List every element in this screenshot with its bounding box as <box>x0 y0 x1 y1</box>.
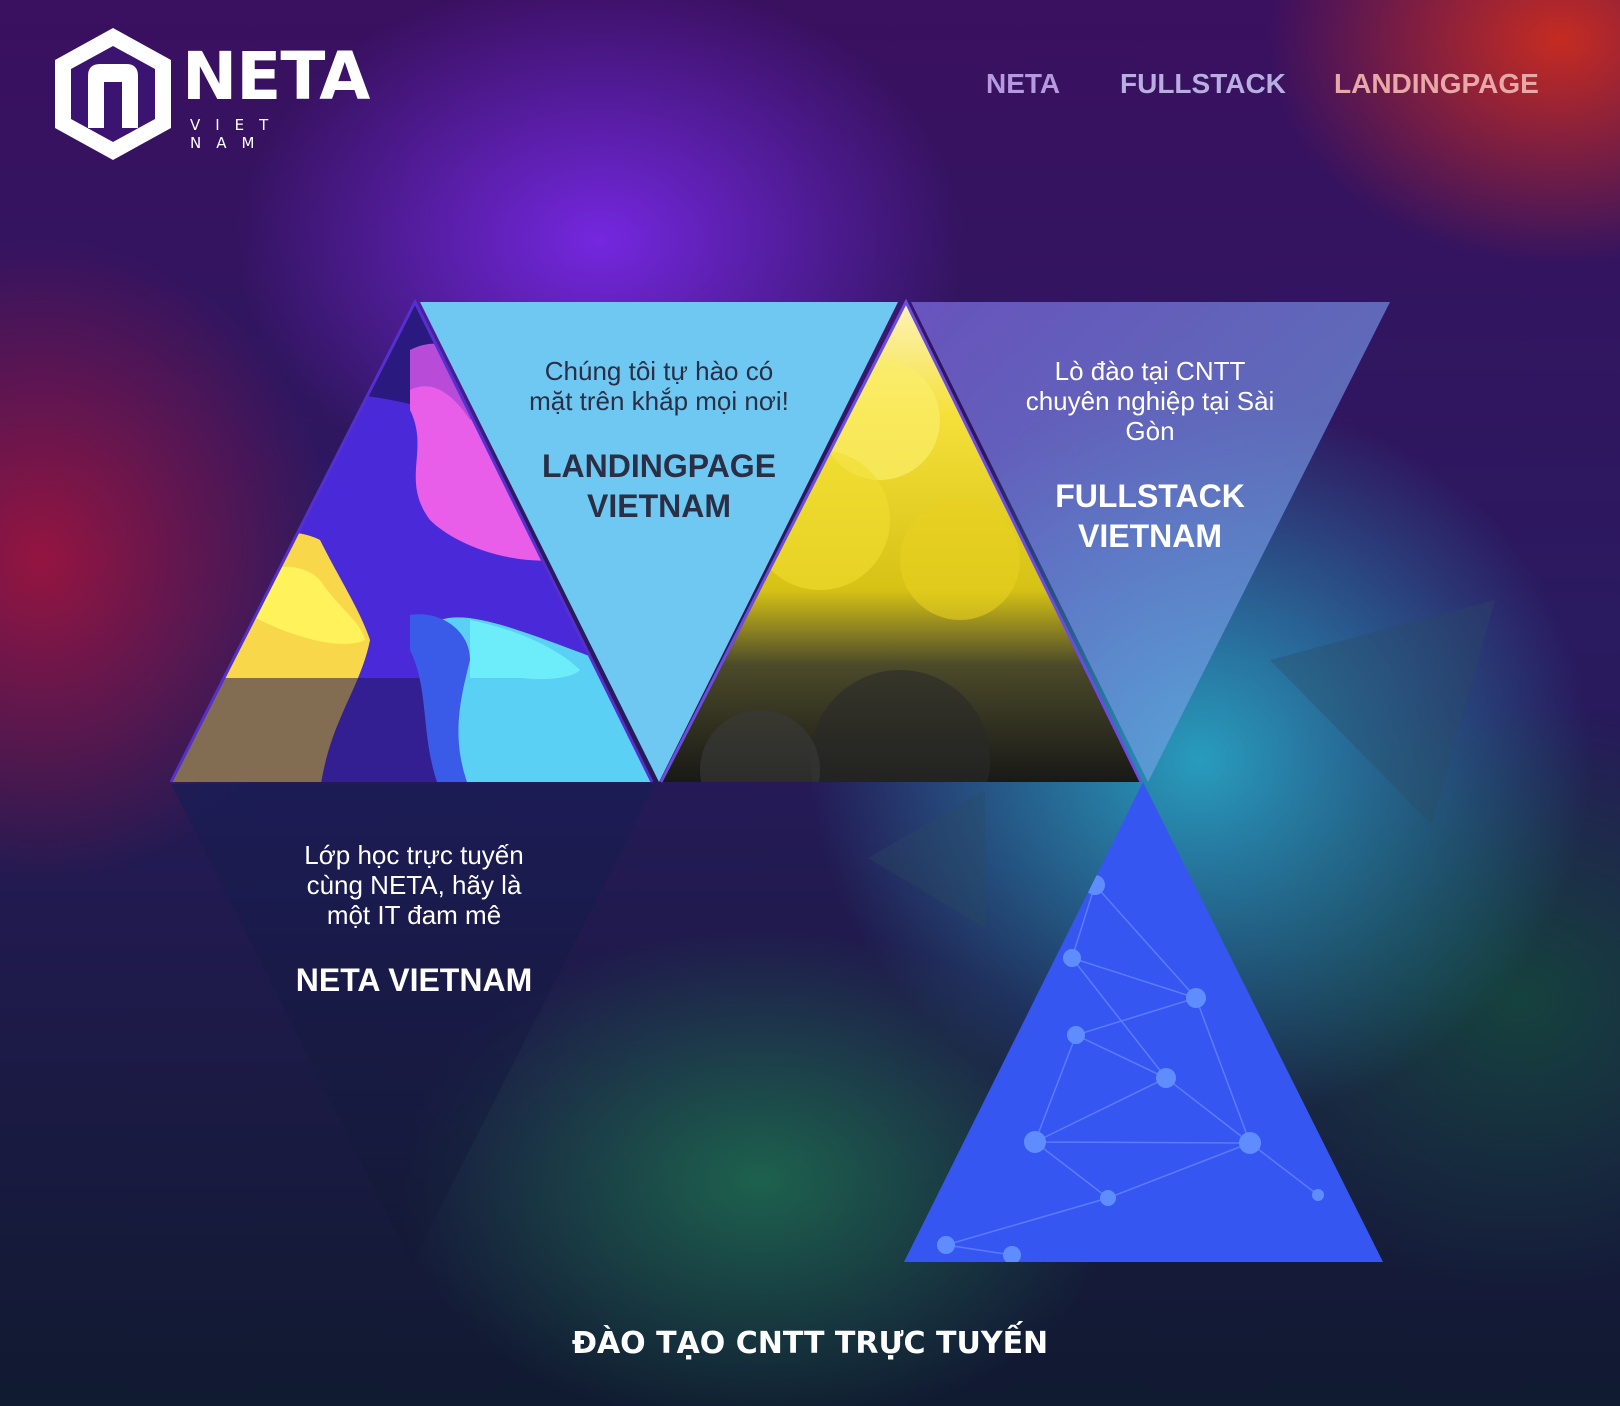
logo-subtitle: VIET NAM <box>190 116 284 152</box>
nav-link-landingpage[interactable]: LANDINGPAGE <box>1334 66 1539 102</box>
nav-link-neta[interactable]: NETA <box>986 66 1060 102</box>
triangle-artwork <box>169 298 1495 1264</box>
fullstack-card[interactable]: Lò đào tại CNTT chuyên nghiệp tại Sài Gò… <box>1020 356 1280 556</box>
neta-card[interactable]: Lớp học trực tuyến cùng NETA, hãy là một… <box>284 840 544 1000</box>
footer-heading: ĐÀO TẠO CNTT TRỰC TUYẾN <box>571 1326 1049 1361</box>
top-navigation: NETA FULLSTACK LANDINGPAGE <box>0 66 1620 106</box>
neta-description: Lớp học trực tuyến cùng NETA, hãy là một… <box>304 840 524 930</box>
neta-title: NETA VIETNAM <box>295 962 533 998</box>
nav-link-fullstack[interactable]: FULLSTACK <box>1120 66 1286 102</box>
fullstack-title: FULLSTACK VIETNAM <box>1055 478 1245 554</box>
landingpage-description: Chúng tôi tự hào có mặt trên khắp mọi nơ… <box>529 356 789 416</box>
landingpage-card[interactable]: Chúng tôi tự hào có mặt trên khắp mọi nơ… <box>524 356 794 526</box>
fullstack-description: Lò đào tại CNTT chuyên nghiệp tại Sài Gò… <box>1025 356 1275 446</box>
landingpage-title: LANDINGPAGE VIETNAM <box>541 448 777 524</box>
